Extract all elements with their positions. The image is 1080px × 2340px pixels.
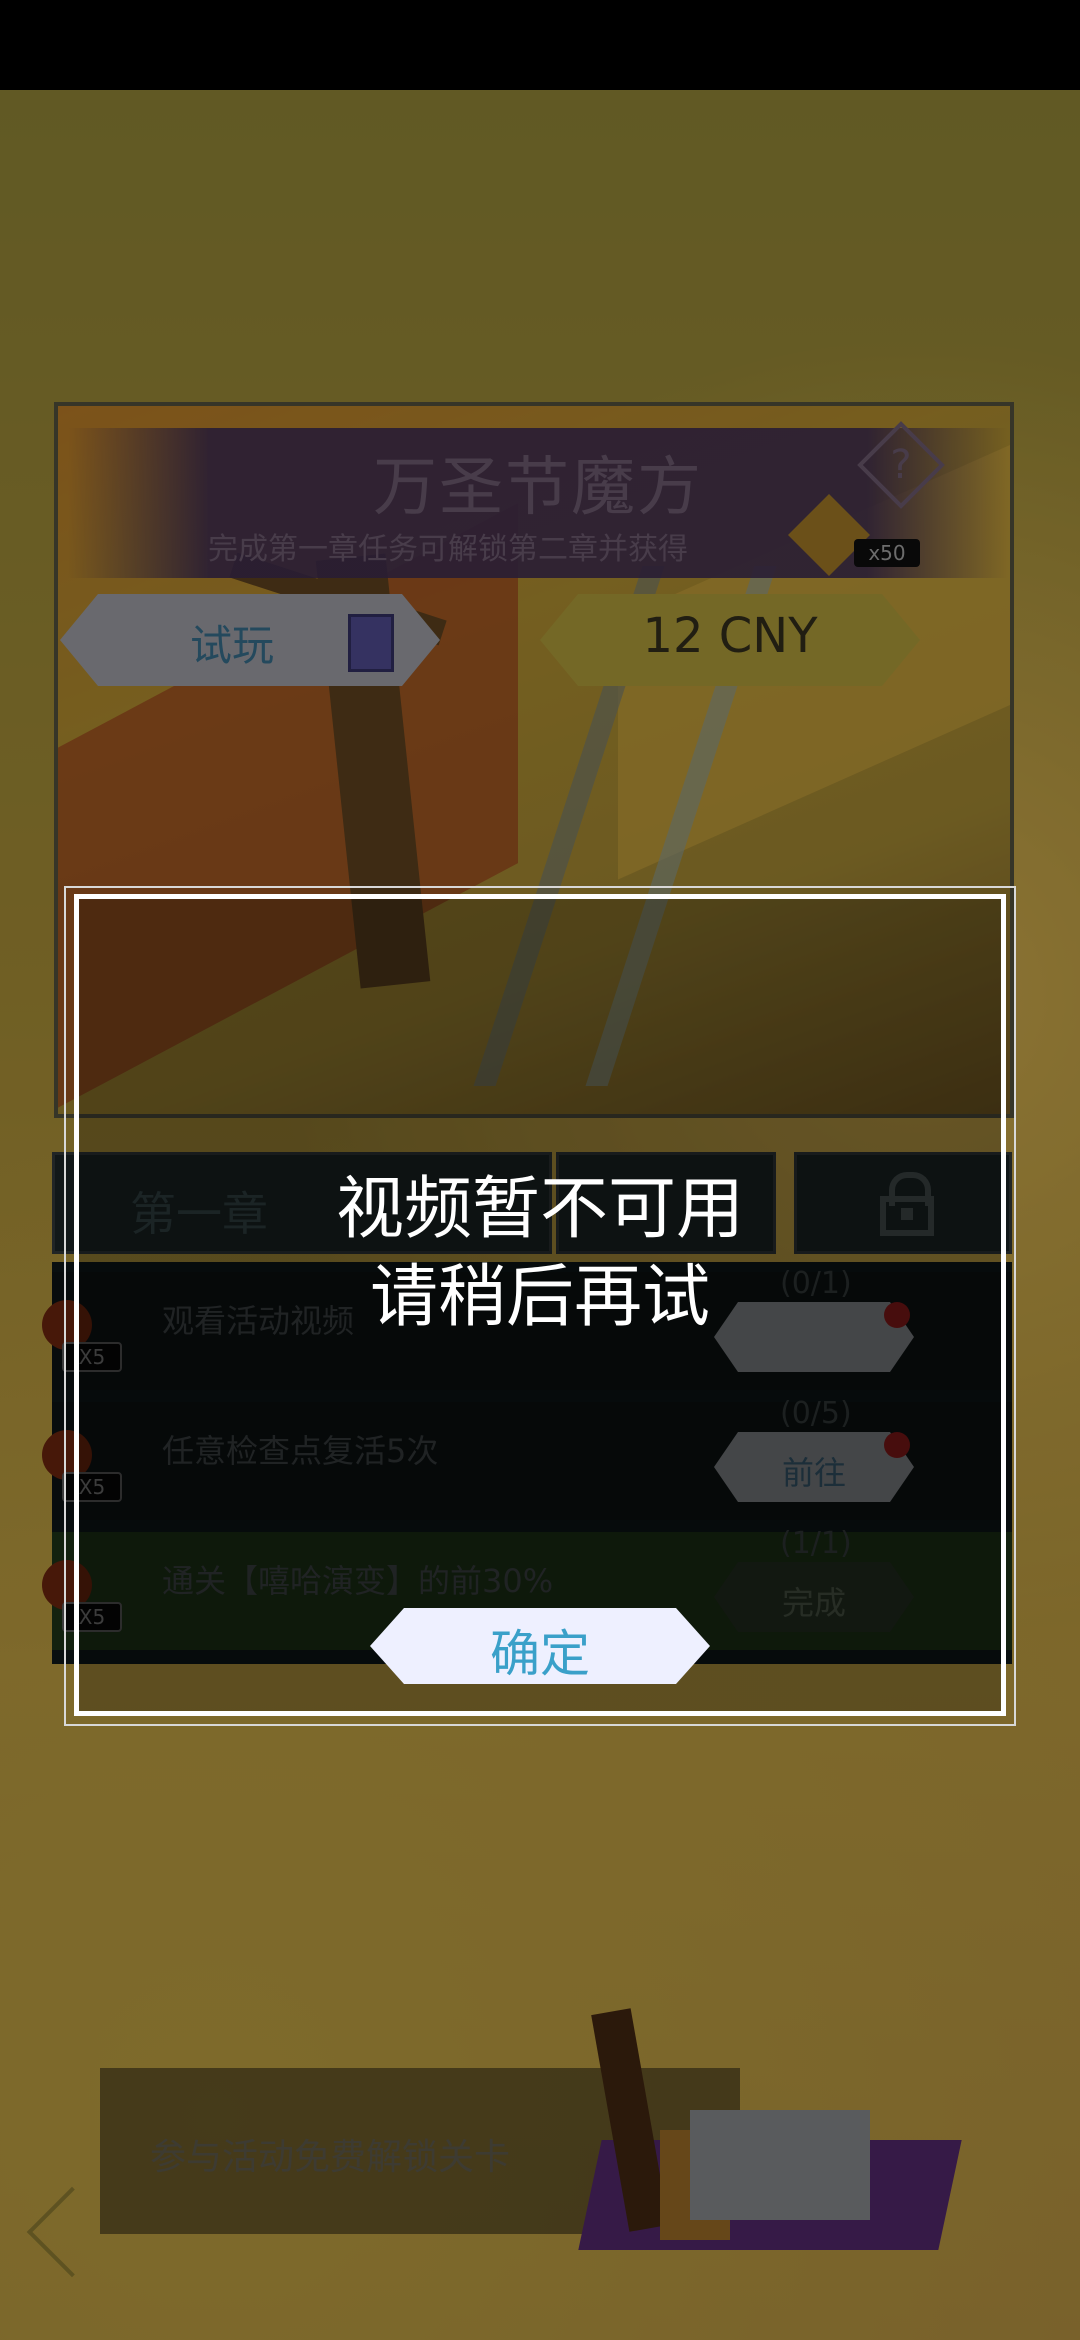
dialog-message: 视频暂不可用 请稍后再试 xyxy=(74,1166,1006,1342)
confirm-button[interactable] xyxy=(370,1608,710,1684)
status-bar xyxy=(0,0,1080,90)
dialog-message-line1: 视频暂不可用 xyxy=(335,1170,744,1249)
dialog-message-line2: 请稍后再试 xyxy=(369,1258,710,1337)
